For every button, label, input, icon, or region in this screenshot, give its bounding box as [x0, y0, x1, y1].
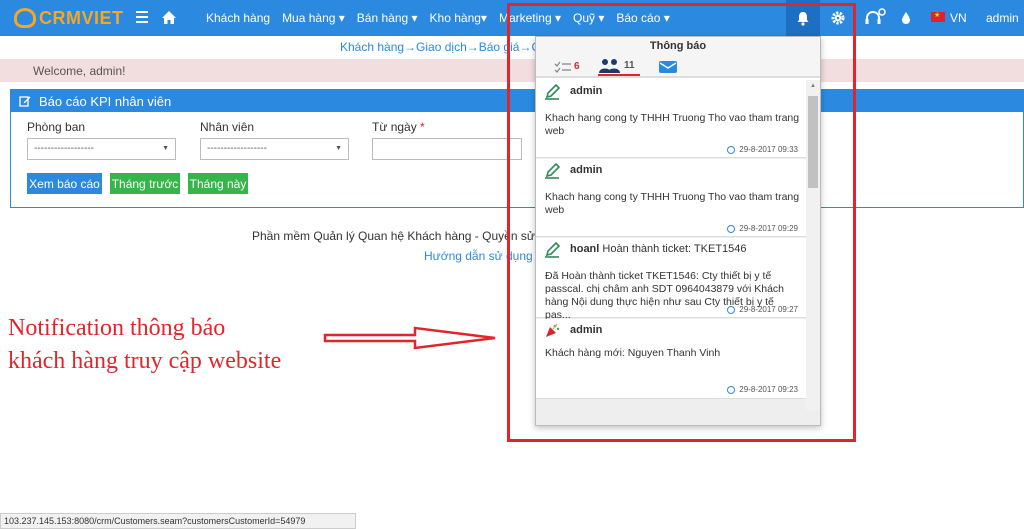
menu-mua-hang[interactable]: Mua hàng ▾ [282, 11, 345, 25]
logo[interactable]: CRMVIET [14, 6, 124, 30]
notification-tabs: 6 11 [536, 55, 820, 78]
this-month-button[interactable]: Tháng này [188, 173, 248, 194]
notification-time: 29-8-2017 09:29 [727, 224, 798, 233]
hamburger-menu-icon[interactable] [136, 11, 148, 23]
notification-title: Thông báo [536, 37, 820, 55]
edit-icon [19, 96, 31, 107]
logo-text: CRMVIET [39, 7, 124, 28]
notification-body: Đã Hoàn thành ticket TKET1546: Cty thiết… [545, 270, 785, 321]
from-date-label: Từ ngày * [372, 120, 425, 134]
vietnam-flag-icon[interactable] [931, 11, 945, 22]
notification-author: admin [570, 324, 603, 336]
notification-body: Khách hàng mới: Nguyen Thanh Vinh [545, 347, 721, 359]
browser-status-bar: 103.237.145.153:8080/crm/Customers.seam?… [0, 513, 356, 529]
users-icon [599, 58, 620, 73]
notification-footer [536, 410, 820, 425]
staff-label: Nhân viên [200, 120, 255, 134]
notification-item[interactable]: admin Khach hang cong ty THHH Truong Tho… [536, 159, 806, 237]
notification-time: 29-8-2017 09:23 [727, 385, 798, 394]
chevron-down-icon: ▼ [162, 145, 169, 152]
dept-select[interactable]: ------------------ ▼ [27, 138, 176, 160]
menu-ban-hang[interactable]: Bán hàng ▾ [357, 11, 418, 25]
scroll-up-icon[interactable]: ▲ [810, 83, 816, 89]
menu-kho-hang[interactable]: Kho hàng▾ [430, 11, 487, 25]
chevron-down-icon: ▼ [335, 145, 342, 152]
clock-icon [727, 145, 736, 154]
welcome-text: Welcome, admin! [33, 64, 126, 78]
staff-select[interactable]: ------------------ ▼ [200, 138, 349, 160]
home-icon[interactable] [161, 10, 177, 25]
notification-author: admin [570, 85, 603, 97]
notification-dropdown: Thông báo 6 11 admin Khach hang cong ty … [535, 36, 821, 426]
tab-tasks[interactable]: 6 [554, 57, 580, 76]
logo-mark-icon [14, 8, 36, 28]
edit-icon [545, 242, 560, 258]
edit-icon [545, 163, 560, 179]
theme-drop-icon[interactable] [901, 11, 911, 25]
notification-item[interactable]: admin Khach hang cong ty THHH Truong Tho… [536, 80, 806, 158]
new-customer-icon [546, 323, 560, 337]
tab-customers[interactable]: 11 [598, 57, 640, 76]
clock-icon [727, 385, 736, 394]
prev-month-button[interactable]: Tháng trước [110, 173, 180, 194]
view-report-button[interactable]: Xem báo cáo [27, 173, 102, 194]
notification-item[interactable]: admin Khách hàng mới: Nguyen Thanh Vinh … [536, 319, 806, 399]
user-menu[interactable]: admin [986, 11, 1019, 25]
notification-time: 29-8-2017 09:33 [727, 145, 798, 154]
notification-item[interactable]: hoanl Hoàn thành ticket: TKET1546 Đã Hoà… [536, 238, 806, 321]
annotation-text: Notification thông báo khách hàng truy c… [8, 312, 281, 378]
notification-author: hoanl Hoàn thành ticket: TKET1546 [570, 243, 747, 255]
scroll-thumb[interactable] [808, 96, 818, 188]
panel-title: Báo cáo KPI nhân viên [39, 93, 172, 109]
mail-icon [659, 60, 677, 73]
tasks-icon [554, 61, 571, 73]
menu-khach-hang[interactable]: Khách hàng [206, 11, 270, 25]
notification-scrollbar[interactable]: ▲ [806, 80, 820, 410]
dept-label: Phòng ban [27, 120, 86, 134]
annotation-line-2: khách hàng truy cập website [8, 348, 282, 374]
clock-icon [727, 224, 736, 233]
notification-list: admin Khach hang cong ty THHH Truong Tho… [536, 80, 806, 410]
notification-author: admin [570, 164, 603, 176]
from-date-input[interactable] [372, 138, 522, 160]
notification-body: Khach hang cong ty THHH Truong Tho vao t… [545, 112, 800, 137]
annotation-line-1: Notification thông báo [8, 315, 226, 341]
edit-icon [545, 84, 560, 100]
clock-icon [727, 305, 736, 314]
headset-icon[interactable] [864, 8, 886, 28]
annotation-arrow-icon [323, 326, 496, 350]
language-label[interactable]: VN [950, 11, 967, 25]
notification-time: 29-8-2017 09:27 [727, 305, 798, 314]
tab-messages[interactable] [658, 57, 678, 76]
notification-body: Khach hang cong ty THHH Truong Tho vao t… [545, 191, 800, 216]
